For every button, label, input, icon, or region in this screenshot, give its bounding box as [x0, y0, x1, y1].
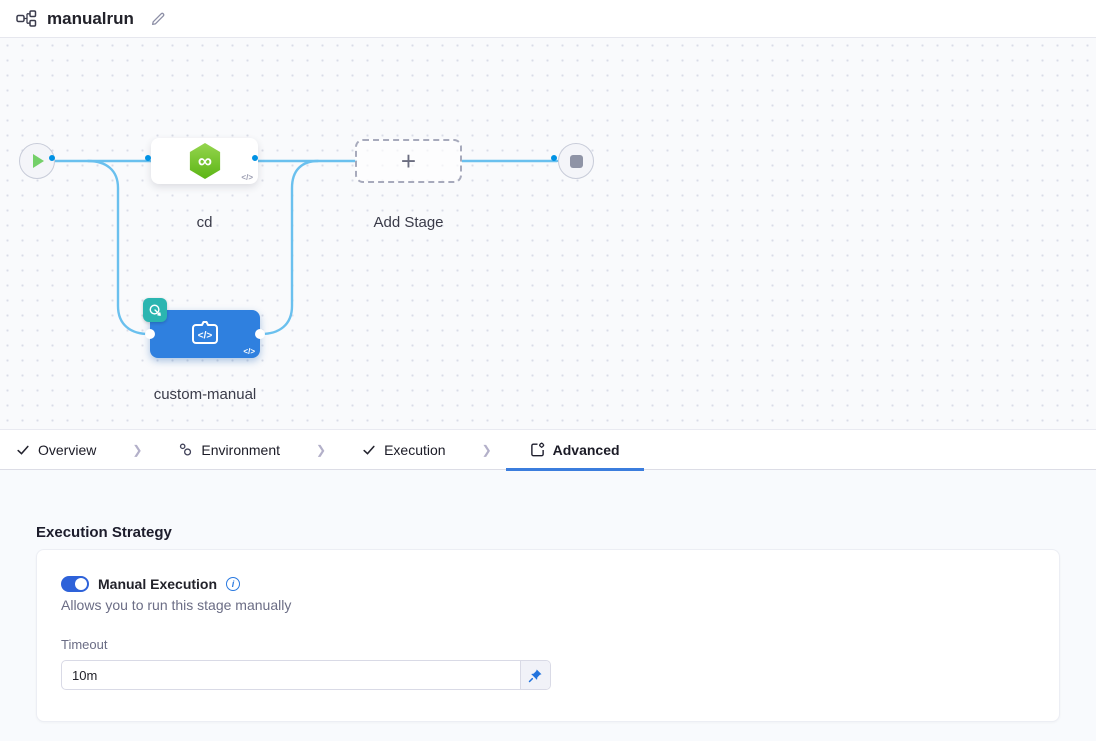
tab-advanced[interactable]: Advanced	[506, 430, 644, 470]
info-icon[interactable]: i	[226, 577, 240, 591]
port-custom-out[interactable]	[255, 329, 265, 339]
play-icon	[33, 154, 44, 168]
advanced-panel: Execution Strategy Manual Execution i Al…	[0, 470, 1096, 741]
chevron-right-icon: ❯	[482, 443, 492, 457]
page-title: manualrun	[47, 9, 134, 29]
environment-icon	[178, 442, 193, 457]
stage-tabbar: Overview ❯ Environment ❯ Execution ❯ Adv…	[0, 430, 1096, 470]
stage-label-cd: cd	[151, 214, 258, 231]
port-cd-out[interactable]	[252, 155, 258, 161]
pipeline-icon	[16, 10, 37, 27]
advanced-icon	[530, 442, 545, 457]
pipeline-canvas[interactable]: ∞ </> + </> </> cd Add St	[0, 38, 1096, 430]
svg-text:∞: ∞	[197, 151, 211, 173]
pipeline-wires	[0, 38, 1096, 430]
execution-strategy-card: Manual Execution i Allows you to run thi…	[36, 549, 1060, 722]
click-circle-icon	[148, 303, 163, 318]
chevron-right-icon: ❯	[132, 443, 142, 457]
timeout-field	[61, 660, 551, 690]
pipeline-header: manualrun	[0, 0, 1096, 38]
chevron-right-icon: ❯	[316, 443, 326, 457]
code-glyph: </>	[243, 347, 255, 356]
add-stage-label: Add Stage	[355, 214, 462, 231]
pin-icon	[528, 668, 543, 683]
stage-node-cd[interactable]: ∞ </>	[151, 138, 258, 184]
tab-environment[interactable]: Environment	[156, 430, 302, 470]
svg-text:</>: </>	[198, 331, 213, 342]
add-stage-button[interactable]: +	[355, 139, 462, 183]
timeout-input[interactable]	[62, 661, 520, 689]
port-end-in[interactable]	[551, 155, 557, 161]
start-node	[19, 143, 55, 179]
manual-execution-label: Manual Execution	[98, 576, 217, 592]
end-node	[558, 143, 594, 179]
timeout-label: Timeout	[61, 637, 1035, 652]
check-icon	[16, 443, 30, 457]
toggle-knob	[75, 578, 87, 590]
tab-overview[interactable]: Overview	[16, 430, 118, 470]
cd-hexagon-icon: ∞	[188, 142, 222, 180]
port-custom-in[interactable]	[145, 329, 155, 339]
manual-intervention-badge	[143, 298, 167, 322]
port-cd-in[interactable]	[145, 155, 151, 161]
code-glyph: </>	[241, 173, 253, 182]
pin-button[interactable]	[520, 661, 550, 689]
tab-execution[interactable]: Execution	[340, 430, 467, 470]
check-icon	[362, 443, 376, 457]
stage-label-custom-manual: custom-manual	[130, 386, 280, 403]
pencil-icon	[150, 11, 166, 27]
custom-stage-icon: </>	[187, 319, 223, 349]
plus-icon: +	[401, 148, 416, 174]
manual-execution-toggle[interactable]	[61, 576, 89, 592]
section-heading: Execution Strategy	[36, 470, 1060, 541]
stage-node-custom-manual[interactable]: </> </>	[150, 310, 260, 358]
stop-icon	[570, 155, 583, 168]
port-start-out[interactable]	[49, 155, 55, 161]
edit-title-button[interactable]	[150, 11, 166, 27]
manual-execution-description: Allows you to run this stage manually	[61, 597, 1035, 613]
